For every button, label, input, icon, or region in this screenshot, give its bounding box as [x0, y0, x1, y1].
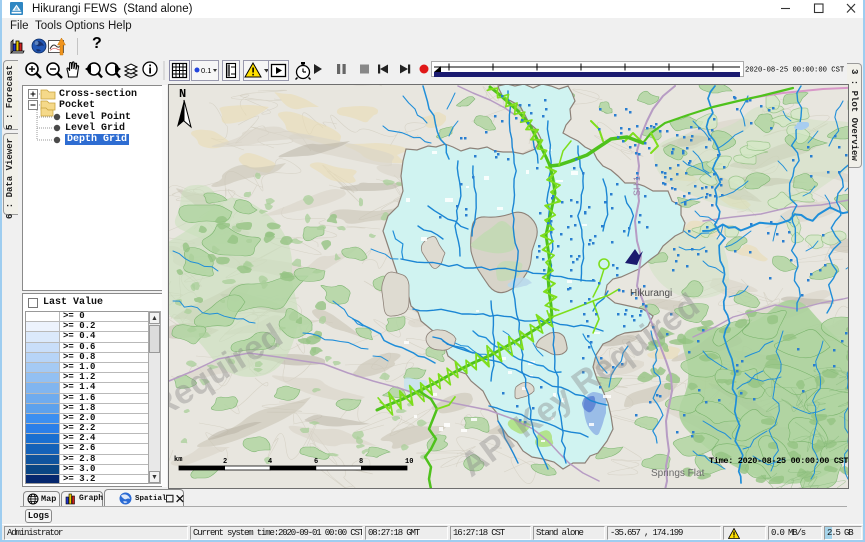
svg-text:0.1: 0.1	[201, 66, 211, 75]
svg-text:6: 6	[314, 458, 318, 466]
svg-text:10: 10	[405, 458, 413, 466]
svg-text:2020-08-25 00:00:00 CST: 2020-08-25 00:00:00 CST	[745, 67, 845, 75]
svg-text:km: km	[174, 456, 182, 464]
svg-text:4: 4	[268, 458, 272, 466]
svg-text:Springs Flat: Springs Flat	[651, 468, 705, 479]
svg-text:Hikurangi: Hikurangi	[630, 288, 672, 299]
svg-text:Time: 2020-08-25 00:00:00 CST: Time: 2020-08-25 00:00:00 CST	[709, 456, 848, 466]
svg-text:SH 1: SH 1	[632, 176, 642, 196]
svg-text:2: 2	[223, 458, 227, 466]
svg-text:N: N	[179, 87, 186, 101]
svg-text:8: 8	[359, 458, 363, 466]
